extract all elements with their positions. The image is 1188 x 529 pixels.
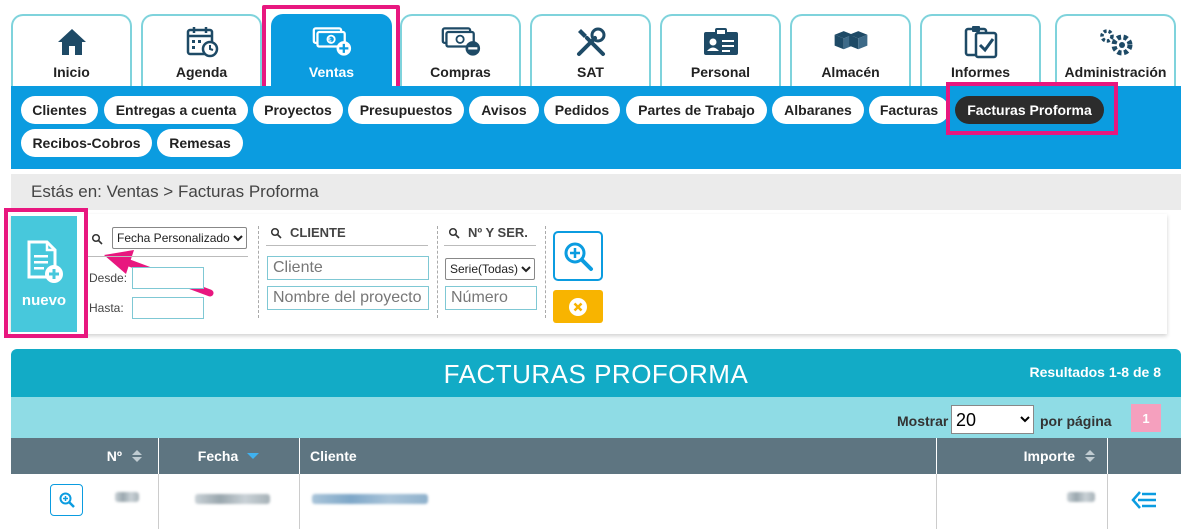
- hasta-input[interactable]: [132, 297, 204, 319]
- per-page-select[interactable]: 20: [951, 405, 1034, 434]
- search-icon: [91, 233, 103, 245]
- zoom-icon: [59, 492, 75, 508]
- tab-inicio[interactable]: Inicio: [11, 14, 132, 86]
- cell-cliente: [300, 474, 937, 529]
- results-title: FACTURAS PROFORMA: [443, 359, 749, 389]
- redacted-numero: [115, 492, 139, 502]
- column-label: Cliente: [310, 448, 357, 464]
- tab-label: Informes: [950, 64, 1011, 80]
- boxes-icon: [831, 24, 871, 60]
- redacted-fecha: [195, 494, 270, 504]
- collapse-left-icon[interactable]: [1130, 489, 1158, 511]
- sort-desc-icon: [247, 453, 260, 459]
- por-pagina-label: por página: [1040, 413, 1112, 429]
- desde-input[interactable]: [132, 267, 204, 289]
- tab-almacen[interactable]: Almacén: [790, 14, 911, 86]
- separator: [437, 226, 438, 318]
- tab-label: Personal: [690, 64, 751, 80]
- page-button[interactable]: 1: [1131, 404, 1161, 432]
- column-header-actions: [1108, 438, 1181, 474]
- tab-agenda[interactable]: Agenda: [141, 14, 262, 86]
- highlight-facturas-proforma: [946, 82, 1118, 135]
- money-minus-icon: [441, 24, 481, 60]
- divider: [88, 256, 248, 257]
- column-header-fecha[interactable]: Fecha: [159, 438, 300, 474]
- subnav-partes-de-trabajo[interactable]: Partes de Trabajo: [626, 96, 767, 124]
- subnav-proyectos[interactable]: Proyectos: [253, 96, 343, 124]
- separator: [545, 226, 546, 318]
- tab-personal[interactable]: Personal: [660, 14, 781, 86]
- hasta-label: Hasta:: [89, 301, 124, 315]
- separator: [258, 226, 259, 318]
- column-header-importe[interactable]: Importe: [937, 438, 1108, 474]
- subnav-entregas-a-cuenta[interactable]: Entregas a cuenta: [104, 96, 248, 124]
- tab-label: SAT: [577, 64, 604, 80]
- clipboard-check-icon: [961, 24, 1001, 60]
- highlight-nuevo: [4, 208, 88, 338]
- column-label: Importe: [1023, 448, 1075, 464]
- subnav-recibos-cobros[interactable]: Recibos-Cobros: [21, 129, 152, 157]
- subnav-avisos[interactable]: Avisos: [469, 96, 539, 124]
- cliente-input[interactable]: [267, 256, 429, 280]
- divider: [444, 245, 536, 246]
- tab-sat[interactable]: SAT: [530, 14, 651, 86]
- proyecto-input[interactable]: [267, 286, 429, 310]
- subnav-albaranes[interactable]: Albaranes: [772, 96, 864, 124]
- search-icon: [448, 227, 460, 239]
- subnav-remesas[interactable]: Remesas: [157, 129, 243, 157]
- desde-label: Desde:: [89, 271, 128, 285]
- home-icon: [52, 24, 92, 60]
- column-label: Fecha: [197, 448, 239, 464]
- redacted-importe: [1067, 492, 1095, 502]
- main-tabs: Inicio Agenda $ Ventas Compras SAT Perso…: [0, 0, 1188, 86]
- tab-compras[interactable]: Compras: [400, 14, 521, 86]
- calendar-icon: [182, 24, 222, 60]
- table-header: Nº Fecha Cliente Importe: [11, 438, 1181, 474]
- cell-actions: [1108, 474, 1181, 529]
- redacted-cliente: [312, 494, 428, 504]
- subnav-clientes[interactable]: Clientes: [21, 96, 98, 124]
- gears-icon: [1096, 24, 1136, 60]
- cell-numero: [11, 474, 159, 529]
- sort-both-icon: [132, 450, 142, 462]
- mostrar-label: Mostrar: [897, 413, 949, 429]
- tab-label: Compras: [430, 64, 491, 80]
- tab-administracion[interactable]: Administración: [1055, 14, 1176, 86]
- zoom-search-icon: [564, 242, 593, 271]
- tab-label: Almacén: [821, 64, 880, 80]
- results-header: FACTURAS PROFORMA Resultados 1-8 de 8: [11, 349, 1181, 397]
- results-count: Resultados 1-8 de 8: [1029, 364, 1162, 380]
- search-button[interactable]: [553, 231, 603, 281]
- cliente-filter-header: CLIENTE: [290, 225, 346, 240]
- tab-informes[interactable]: Informes: [920, 14, 1041, 86]
- close-circle-icon: [569, 297, 587, 316]
- subnav-pedidos[interactable]: Pedidos: [544, 96, 620, 124]
- table-row[interactable]: [11, 474, 1181, 529]
- id-card-icon: [701, 24, 741, 60]
- divider: [266, 245, 428, 246]
- subnav-facturas[interactable]: Facturas: [869, 96, 949, 124]
- highlight-ventas: [262, 5, 400, 94]
- serie-filter-header: Nº Y SER.: [468, 225, 528, 240]
- clear-filters-button[interactable]: [553, 290, 603, 323]
- cell-importe: [937, 474, 1108, 529]
- tab-label: Administración: [1064, 64, 1167, 80]
- tools-icon: [571, 24, 611, 60]
- view-row-button[interactable]: [50, 484, 83, 516]
- numero-input[interactable]: [445, 286, 537, 310]
- breadcrumb: Estás en: Ventas > Facturas Proforma: [11, 174, 1181, 210]
- cell-fecha: [159, 474, 300, 529]
- column-label: Nº: [106, 448, 122, 464]
- tab-label: Agenda: [175, 64, 228, 80]
- column-header-cliente[interactable]: Cliente: [300, 438, 937, 474]
- serie-select[interactable]: Serie(Todas): [445, 258, 535, 280]
- search-icon: [270, 227, 282, 239]
- sort-both-icon: [1085, 450, 1095, 462]
- tab-label: Inicio: [53, 64, 90, 80]
- date-type-select[interactable]: Fecha Personalizado: [112, 227, 247, 249]
- subnav-presupuestos[interactable]: Presupuestos: [348, 96, 464, 124]
- column-header-numero[interactable]: Nº: [11, 438, 159, 474]
